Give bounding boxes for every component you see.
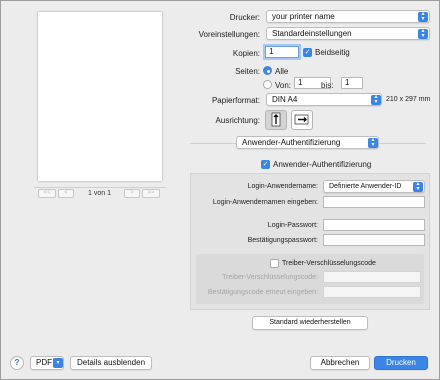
popup-stepper-icon: ▴ ▾ bbox=[371, 94, 381, 105]
pdf-menu-chevron-icon: ▾ bbox=[53, 358, 63, 368]
driver-code-label: Treiber-Verschlüsselungscode: bbox=[222, 274, 318, 281]
paper-size-value: DIN A4 bbox=[272, 95, 298, 104]
login-password-label: Login-Passwort: bbox=[267, 222, 318, 229]
login-name-popup[interactable]: Definierte Anwender-ID bbox=[323, 180, 425, 193]
hide-details-button[interactable]: Details ausblenden bbox=[70, 356, 152, 370]
pages-range-radio[interactable] bbox=[263, 80, 272, 89]
pages-label: Seiten: bbox=[235, 67, 260, 76]
section-popup[interactable]: Anwender-Authentifizierung bbox=[236, 136, 379, 149]
printer-popup[interactable]: your printer name bbox=[266, 10, 430, 23]
pages-from-label: Von: bbox=[275, 81, 292, 90]
landscape-orientation-button[interactable] bbox=[291, 110, 313, 130]
driver-code-confirm-input[interactable] bbox=[323, 286, 421, 298]
user-auth-checkbox[interactable]: ✓ bbox=[261, 160, 270, 169]
pages-to-label: bis: bbox=[321, 81, 334, 90]
print-preview-page bbox=[38, 12, 162, 181]
pages-all-radio[interactable] bbox=[263, 66, 272, 75]
printer-value: your printer name bbox=[272, 12, 335, 21]
paper-size-popup[interactable]: DIN A4 bbox=[266, 93, 382, 106]
cancel-button[interactable]: Abbrechen bbox=[310, 356, 370, 370]
checkmark-icon: ✓ bbox=[262, 161, 269, 168]
first-page-button[interactable]: << bbox=[38, 189, 56, 198]
help-icon: ? bbox=[14, 358, 20, 367]
last-page-button[interactable]: >> bbox=[142, 189, 160, 198]
paper-dimensions: 210 x 297 mm bbox=[386, 96, 431, 103]
login-password-input[interactable] bbox=[323, 219, 425, 231]
copies-label: Kopien: bbox=[232, 49, 260, 58]
next-page-button[interactable]: > bbox=[124, 189, 140, 198]
driver-code-input[interactable] bbox=[323, 271, 421, 283]
printer-label: Drucker: bbox=[229, 13, 260, 22]
confirm-password-input[interactable] bbox=[323, 234, 425, 246]
pages-to-input[interactable]: 1 bbox=[341, 77, 363, 89]
landscape-orientation-icon bbox=[294, 114, 309, 125]
presets-popup[interactable]: Standardeinstellungen bbox=[266, 27, 430, 40]
popup-stepper-icon: ▴ ▾ bbox=[418, 11, 428, 22]
popup-stepper-icon: ▴ ▾ bbox=[418, 28, 428, 39]
driver-encryption-checkbox[interactable] bbox=[270, 259, 279, 268]
help-button[interactable]: ? bbox=[10, 356, 24, 370]
copies-input[interactable]: 1 bbox=[265, 46, 299, 58]
login-name-value: Definierte Anwender-ID bbox=[329, 183, 402, 190]
login-name-label: Login-Anwendername: bbox=[247, 183, 318, 190]
user-auth-label: Anwender-Authentifizierung bbox=[273, 160, 372, 169]
duplex-checkbox[interactable]: ✓ bbox=[303, 48, 312, 57]
popup-stepper-icon: ▴ ▾ bbox=[413, 181, 423, 192]
portrait-orientation-icon bbox=[271, 112, 281, 127]
paper-size-label: Papierformat: bbox=[211, 96, 260, 105]
confirm-password-label: Bestätigungspasswort: bbox=[247, 237, 318, 244]
previous-page-button[interactable]: < bbox=[58, 189, 74, 198]
pdf-label: PDF bbox=[36, 358, 52, 367]
orientation-label: Ausrichtung: bbox=[215, 116, 260, 125]
driver-code-confirm-label: Bestätigungscode erneut eingeben: bbox=[207, 289, 318, 296]
pages-all-label: Alle bbox=[275, 67, 289, 76]
presets-value: Standardeinstellungen bbox=[272, 29, 352, 38]
duplex-label: Beidseitig bbox=[315, 48, 350, 57]
page-indicator: 1 von 1 bbox=[88, 190, 111, 197]
section-popup-value: Anwender-Authentifizierung bbox=[242, 138, 341, 147]
restore-defaults-button[interactable]: Standard wiederherstellen bbox=[252, 316, 368, 330]
driver-encryption-label: Treiber-Verschlüsselungscode bbox=[282, 260, 376, 267]
login-name-input[interactable] bbox=[323, 196, 425, 208]
portrait-orientation-button[interactable] bbox=[265, 110, 287, 130]
enter-login-name-label: Login-Anwendernamen eingeben: bbox=[212, 199, 318, 206]
pager-divider bbox=[34, 187, 166, 188]
popup-stepper-icon: ▴ ▾ bbox=[368, 137, 378, 148]
checkmark-icon: ✓ bbox=[304, 49, 311, 56]
presets-label: Voreinstellungen: bbox=[198, 30, 260, 39]
print-button[interactable]: Drucken bbox=[374, 356, 428, 370]
